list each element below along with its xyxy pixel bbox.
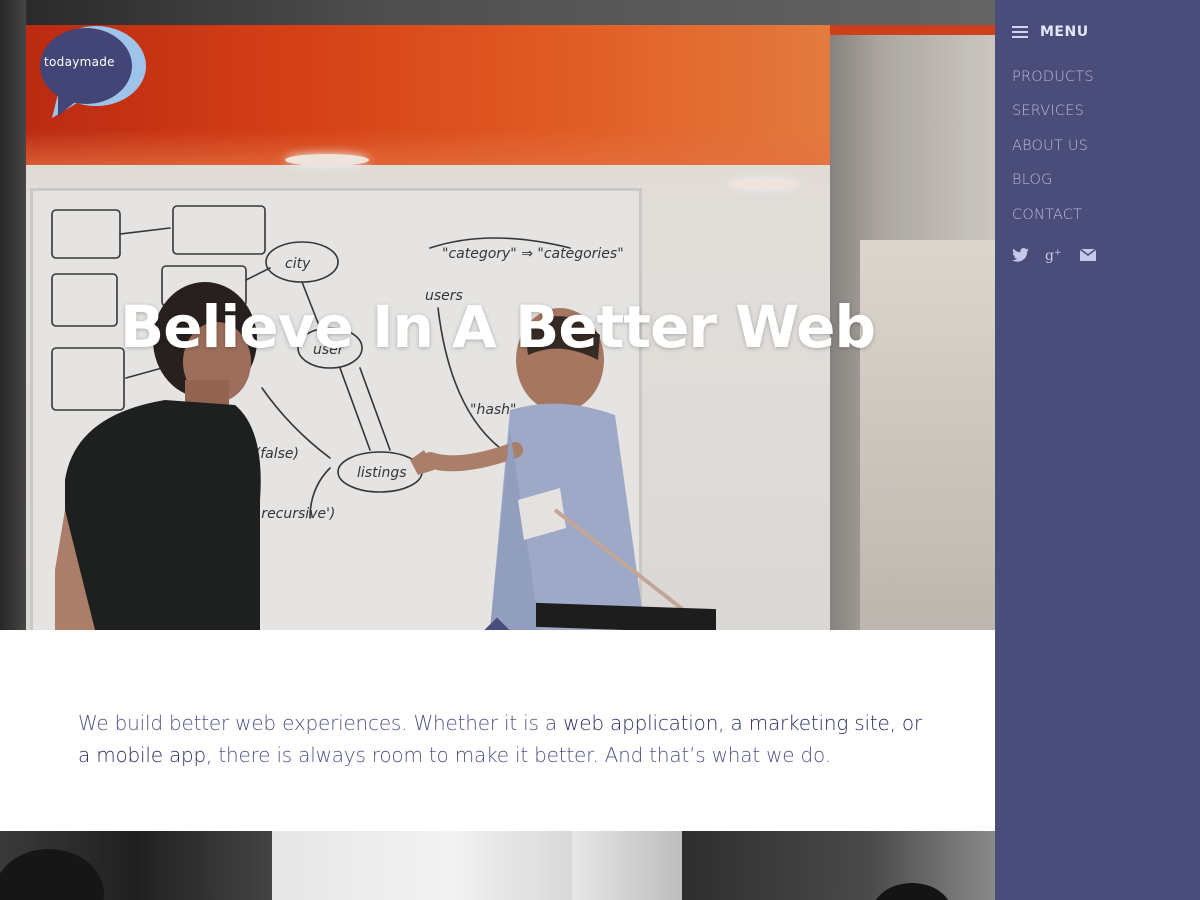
- logo[interactable]: [38, 24, 150, 120]
- social-links: g +: [1011, 246, 1097, 264]
- nav-link-contact[interactable]: CONTACT: [1012, 207, 1082, 223]
- intro-section: We build better web experiences. Whether…: [0, 630, 995, 832]
- sidebar-menu: MENU PRODUCTS SERVICES ABOUT US BLOG CON…: [995, 0, 1200, 900]
- intro-text-after: there is always room to make it better. …: [212, 743, 831, 767]
- menu-toggle-button[interactable]: MENU: [1012, 24, 1089, 40]
- logo-text: todaymade: [44, 55, 115, 69]
- intro-text-before: We build better web experiences. Whether…: [78, 711, 564, 735]
- nav-item-contact: CONTACT: [1012, 204, 1094, 238]
- photo-tile[interactable]: [0, 831, 272, 900]
- intro-paragraph: We build better web experiences. Whether…: [78, 707, 928, 771]
- nav-link-services[interactable]: SERVICES: [1012, 103, 1084, 119]
- svg-text:+: +: [1054, 248, 1062, 258]
- photo-tile[interactable]: [572, 831, 682, 900]
- nav-item-about: ABOUT US: [1012, 135, 1094, 169]
- photo-tile[interactable]: [272, 831, 572, 900]
- nav-item-products: PRODUCTS: [1012, 66, 1094, 100]
- main-nav: PRODUCTS SERVICES ABOUT US BLOG CONTACT: [1012, 66, 1094, 238]
- svg-text:g: g: [1045, 248, 1054, 263]
- nav-item-services: SERVICES: [1012, 100, 1094, 134]
- photo-silhouette: [0, 849, 104, 900]
- mail-icon[interactable]: [1079, 246, 1097, 264]
- google-plus-icon[interactable]: g +: [1045, 246, 1063, 264]
- photo-silhouette: [872, 883, 952, 900]
- hamburger-icon: [1012, 25, 1028, 39]
- twitter-icon[interactable]: [1011, 246, 1029, 264]
- nav-item-blog: BLOG: [1012, 169, 1094, 203]
- nav-link-products[interactable]: PRODUCTS: [1012, 69, 1094, 85]
- speech-bubble-logo-icon: [40, 26, 146, 118]
- photo-tile[interactable]: [682, 831, 995, 900]
- photo-strip: [0, 831, 995, 900]
- nav-link-blog[interactable]: BLOG: [1012, 172, 1053, 188]
- menu-label: MENU: [1040, 24, 1089, 40]
- nav-link-about-us[interactable]: ABOUT US: [1012, 138, 1088, 154]
- hero-headline: Believe In A Better Web: [119, 293, 876, 361]
